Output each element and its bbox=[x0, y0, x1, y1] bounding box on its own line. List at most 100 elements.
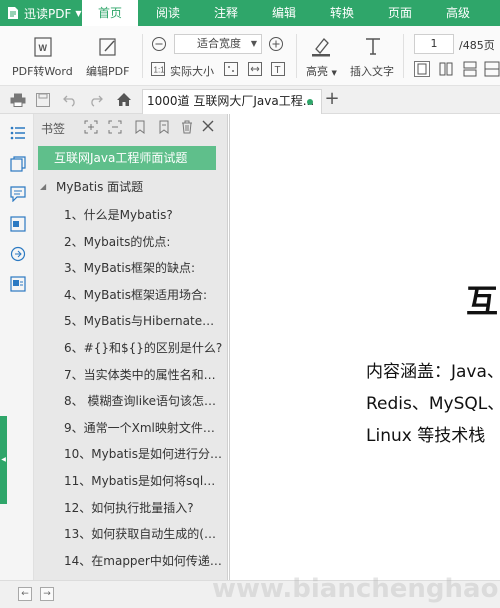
bookmark-root-item[interactable]: 互联网Java工程师面试题 bbox=[38, 146, 216, 170]
undo-icon[interactable] bbox=[62, 93, 78, 107]
chevron-down-icon: ▼ bbox=[331, 69, 337, 77]
thumbnails-icon[interactable] bbox=[10, 156, 26, 172]
app-title: 迅读PDF bbox=[24, 6, 72, 21]
ribbon-toolbar: W PDF转Word 编辑PDF 适合宽度 ▼ 1:1 实际大小 T 高亮 ▼ … bbox=[0, 26, 500, 86]
save-icon[interactable] bbox=[36, 93, 50, 107]
document-text-line: 内容涵盖：Java、 bbox=[366, 362, 500, 382]
comments-icon[interactable] bbox=[10, 186, 26, 202]
zoom-in-icon[interactable] bbox=[268, 36, 284, 52]
actual-size-icon[interactable]: 1:1 bbox=[151, 62, 165, 76]
svg-text:W: W bbox=[39, 43, 48, 53]
unsaved-dot-icon bbox=[307, 99, 313, 105]
pdf-to-word-button[interactable]: PDF转Word bbox=[12, 63, 73, 79]
collapse-all-icon[interactable] bbox=[108, 120, 122, 134]
pdf-to-word-icon[interactable]: W bbox=[32, 36, 54, 58]
highlight-button[interactable]: 高亮 ▼ bbox=[306, 63, 337, 79]
select-text-icon[interactable]: T bbox=[271, 62, 285, 76]
highlighter-icon[interactable] bbox=[310, 35, 332, 57]
tab-edit[interactable]: 编辑 bbox=[259, 0, 309, 26]
bookmark-list: 1、什么是Mybatis? 2、Mybaits的优点: 3、MyBatis框架的… bbox=[34, 202, 227, 575]
zoom-out-icon[interactable] bbox=[151, 36, 167, 52]
menu-bar: 迅读PDF ▼ 首页 阅读 注释 编辑 转换 页面 高级 bbox=[0, 0, 500, 26]
document-text-line: Redis、MySQL、 bbox=[366, 394, 500, 414]
bookmark-item[interactable]: 12、如何执行批量插入? bbox=[34, 495, 227, 522]
insert-text-button[interactable]: 插入文字 bbox=[350, 63, 394, 79]
layers-icon[interactable] bbox=[10, 276, 26, 292]
left-sidebar-rail: ◀ bbox=[0, 114, 34, 580]
svg-text:T: T bbox=[275, 65, 281, 76]
tab-page[interactable]: 页面 bbox=[375, 0, 425, 26]
insert-text-icon[interactable] bbox=[362, 35, 384, 57]
document-tab-label: 1000道 互联网大厂Java工程... bbox=[147, 94, 315, 108]
tab-read[interactable]: 阅读 bbox=[143, 0, 193, 26]
delete-icon[interactable] bbox=[180, 120, 194, 134]
page-total: /485页 bbox=[459, 39, 495, 52]
bookmark-item[interactable]: 11、Mybatis是如何将sql执行... bbox=[34, 468, 227, 495]
zoom-value: 适合宽度 bbox=[197, 37, 241, 50]
ribbon-divider bbox=[296, 34, 297, 78]
signature-icon[interactable] bbox=[10, 246, 26, 262]
bookmark-item[interactable]: 3、MyBatis框架的缺点: bbox=[34, 255, 227, 282]
bookmark-group-label: MyBatis 面试题 bbox=[56, 180, 144, 194]
expand-all-icon[interactable] bbox=[84, 120, 98, 134]
watermark: www.bianchenghao.cn bbox=[212, 574, 500, 604]
tab-home[interactable]: 首页 bbox=[82, 0, 138, 26]
bookmark-item[interactable]: 6、#{}和${}的区别是什么? bbox=[34, 335, 227, 362]
bookmark-item[interactable]: 2、Mybaits的优点: bbox=[34, 229, 227, 256]
tab-convert[interactable]: 转换 bbox=[317, 0, 367, 26]
bookmark-panel-title: 书签 bbox=[41, 122, 66, 136]
bookmark-item[interactable]: 4、MyBatis框架适用场合: bbox=[34, 282, 227, 309]
collapse-panel-handle[interactable]: ◀ bbox=[0, 416, 7, 504]
bookmark-item[interactable]: 5、MyBatis与Hibernate有哪... bbox=[34, 308, 227, 335]
bookmark-group[interactable]: ◢ MyBatis 面试题 bbox=[34, 176, 227, 198]
bookmark-item[interactable]: 13、如何获取自动生成的(主)... bbox=[34, 521, 227, 548]
add-tab-button[interactable]: + bbox=[324, 90, 340, 110]
expand-triangle-icon: ◢ bbox=[40, 182, 47, 191]
document-text-line: Linux 等技术栈 bbox=[366, 426, 486, 446]
fit-width-icon[interactable] bbox=[248, 62, 262, 76]
bookmark-item[interactable]: 8、 模糊查询like语句该怎么写? bbox=[34, 388, 227, 415]
ribbon-divider bbox=[403, 34, 404, 78]
bookmark-list-icon[interactable] bbox=[10, 126, 26, 140]
document-viewport[interactable]: 互 内容涵盖：Java、 Redis、MySQL、 Linux 等技术栈 bbox=[229, 114, 500, 580]
previous-view-button[interactable]: ← bbox=[18, 587, 32, 601]
bookmark-item[interactable]: 1、什么是Mybatis? bbox=[34, 202, 227, 229]
svg-text:1:1: 1:1 bbox=[154, 66, 166, 75]
continuous-two-page-view-icon[interactable] bbox=[484, 61, 500, 77]
bookmark-item[interactable]: 7、当实体类中的属性名和表... bbox=[34, 362, 227, 389]
highlight-label: 高亮 bbox=[306, 65, 328, 78]
bookmark-settings-icon[interactable] bbox=[157, 120, 171, 134]
ribbon-divider bbox=[142, 34, 143, 78]
chevron-down-icon: ▼ bbox=[250, 39, 257, 48]
bookmark-panel: 书签 互联网Java工程师面试题 ◢ MyBatis 面试题 1、什么是Myba… bbox=[34, 114, 228, 580]
edit-pdf-icon[interactable] bbox=[97, 36, 119, 58]
page-number-input[interactable]: 1 bbox=[414, 34, 454, 54]
print-icon[interactable] bbox=[10, 93, 26, 107]
bookmark-panel-header: 书签 bbox=[34, 114, 227, 140]
next-view-button[interactable]: → bbox=[40, 587, 54, 601]
close-icon[interactable] bbox=[202, 120, 214, 132]
edit-pdf-button[interactable]: 编辑PDF bbox=[86, 63, 129, 79]
document-tab-bar: 1000道 互联网大厂Java工程... + bbox=[0, 86, 500, 114]
document-tab[interactable]: 1000道 互联网大厂Java工程... bbox=[142, 89, 322, 114]
home-icon[interactable] bbox=[116, 92, 132, 107]
two-page-view-icon[interactable] bbox=[438, 61, 454, 77]
bookmark-item[interactable]: 10、Mybatis是如何进行分页... bbox=[34, 441, 227, 468]
continuous-view-icon[interactable] bbox=[462, 61, 478, 77]
zoom-select[interactable]: 适合宽度 ▼ bbox=[174, 34, 262, 54]
bookmark-item[interactable]: 9、通常一个Xml映射文件，都... bbox=[34, 415, 227, 442]
chevron-down-icon: ▼ bbox=[75, 8, 82, 18]
tab-advanced[interactable]: 高级 bbox=[433, 0, 483, 26]
single-page-view-icon[interactable] bbox=[414, 61, 430, 77]
fit-page-icon[interactable] bbox=[224, 62, 238, 76]
add-bookmark-icon[interactable] bbox=[133, 120, 147, 134]
tab-annotate[interactable]: 注释 bbox=[201, 0, 251, 26]
app-logo-icon bbox=[8, 7, 18, 19]
document-heading: 互 bbox=[466, 282, 499, 320]
app-menu-button[interactable]: 迅读PDF ▼ bbox=[0, 0, 82, 26]
document-page: 互 内容涵盖：Java、 Redis、MySQL、 Linux 等技术栈 bbox=[229, 114, 500, 580]
redo-icon[interactable] bbox=[88, 93, 104, 107]
attachments-icon[interactable] bbox=[10, 216, 26, 232]
actual-size-button[interactable]: 实际大小 bbox=[170, 63, 214, 79]
bookmark-item[interactable]: 14、在mapper中如何传递多... bbox=[34, 548, 227, 575]
